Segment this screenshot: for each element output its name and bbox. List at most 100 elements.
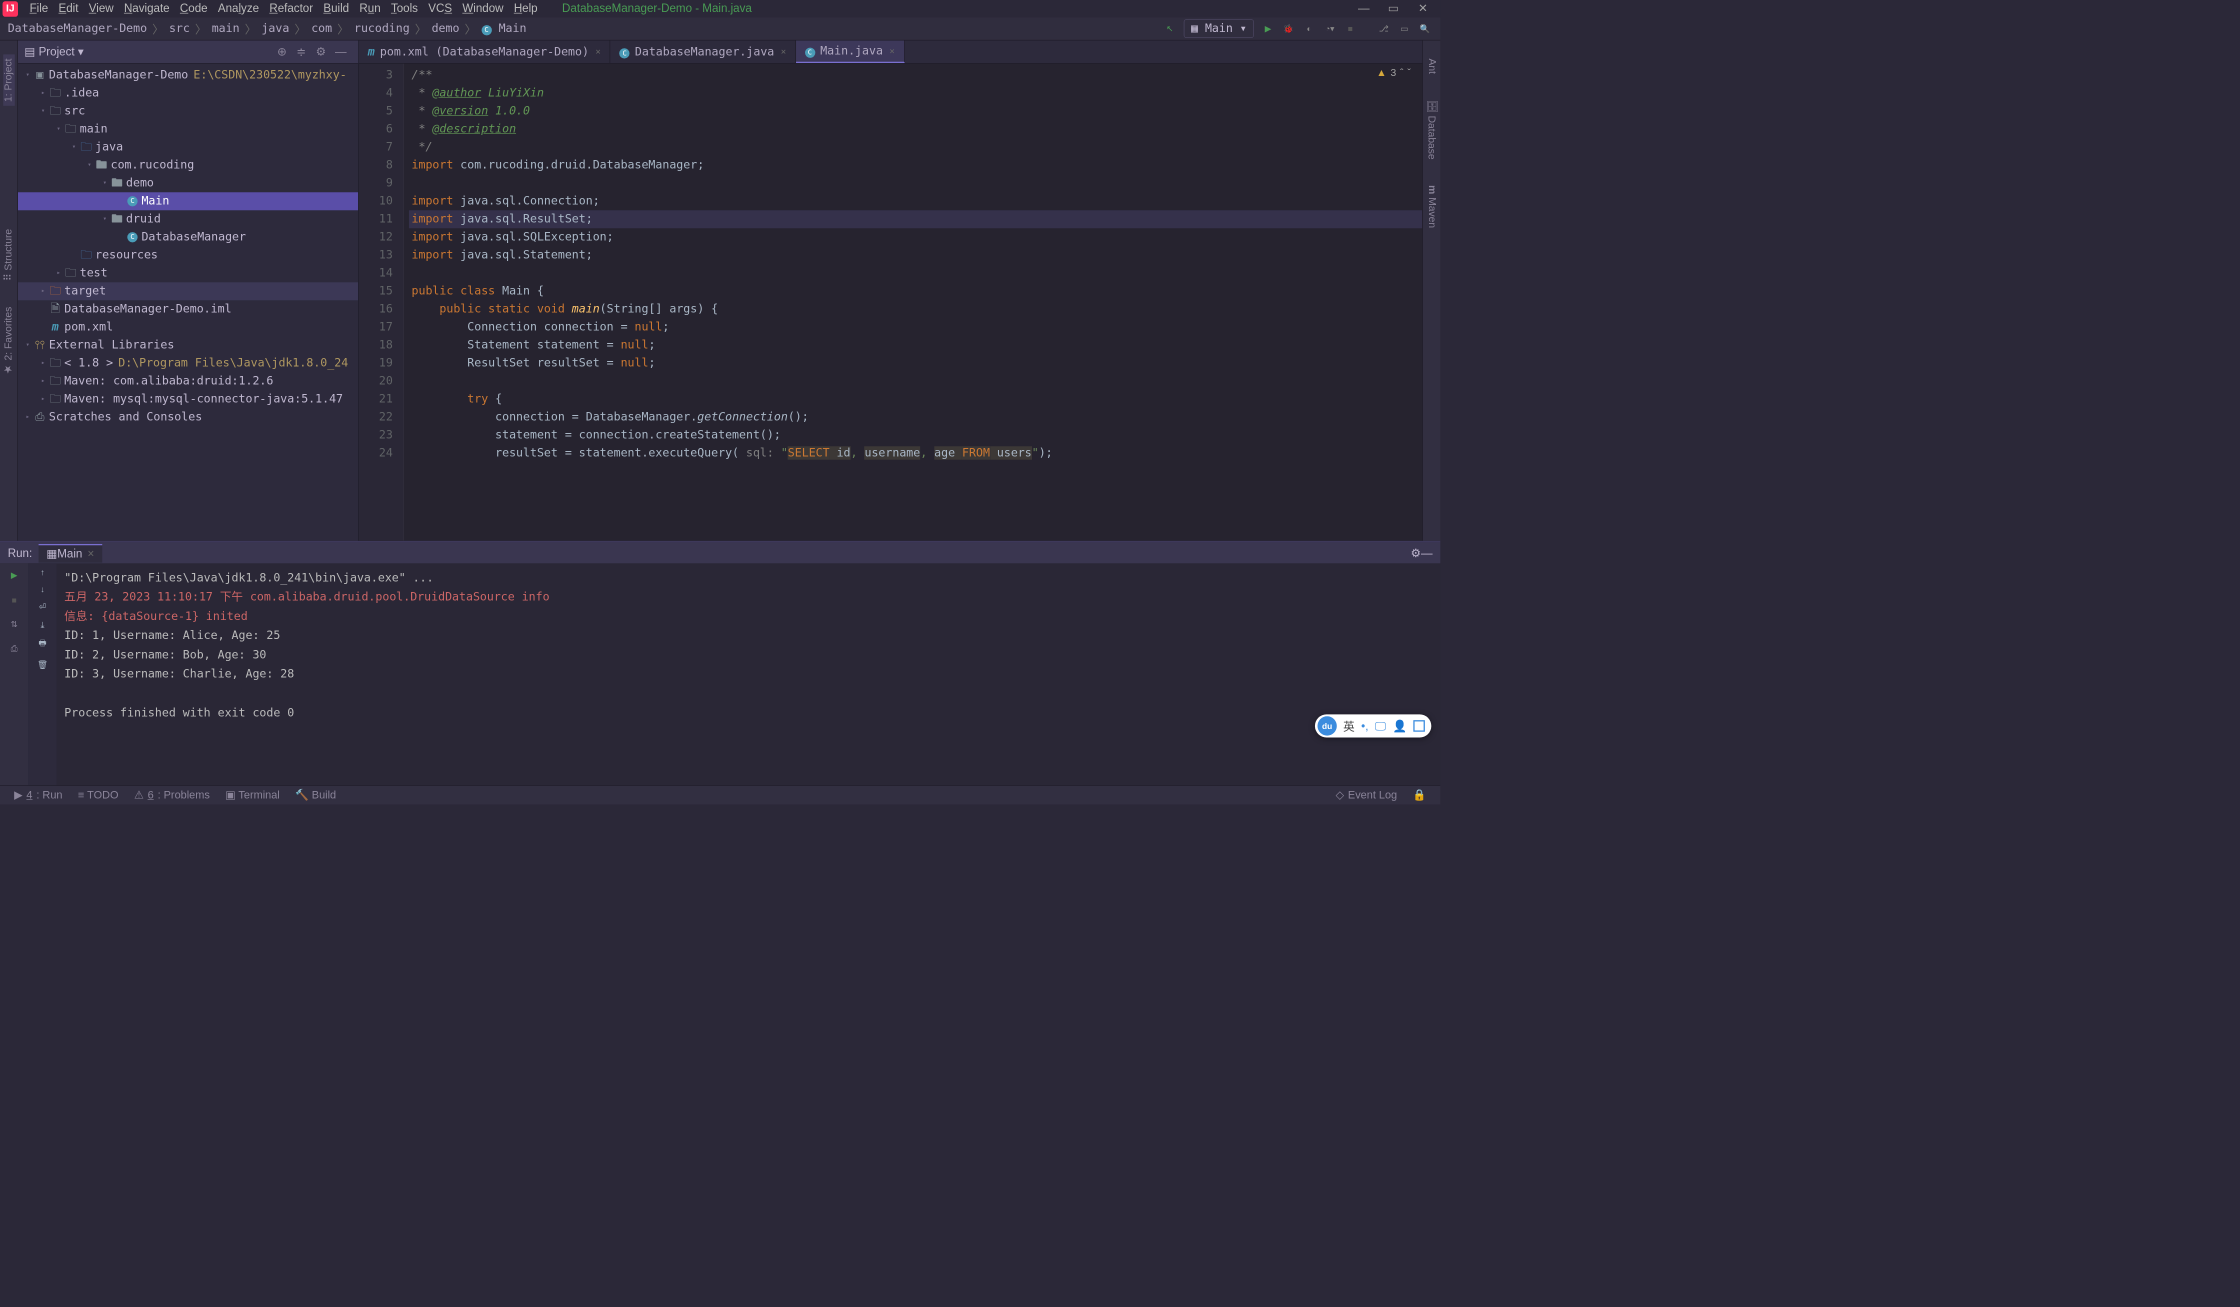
console-output[interactable]: "D:\Program Files\Java\jdk1.8.0_241\bin\… <box>57 563 1441 785</box>
crumb-demo[interactable]: demo <box>429 21 462 37</box>
favorites-tool-label[interactable]: ★ 2: Favorites <box>3 303 15 380</box>
up-icon[interactable]: ↑ <box>40 567 44 577</box>
tree-item-Maven: mysql:mysql-connector-java:5.1.47[interactable]: ▸🗀Maven: mysql:mysql-connector-java:5.1.… <box>18 390 358 408</box>
ime-toolbar[interactable]: du 英 •, 🖵 👤 <box>1315 714 1431 737</box>
layout-icon[interactable]: ▭ <box>1395 20 1413 38</box>
vcs-icon[interactable]: ⎇ <box>1375 20 1393 38</box>
crumb-DatabaseManager-Demo[interactable]: DatabaseManager-Demo <box>5 21 150 37</box>
run-button[interactable]: ▶ <box>1259 20 1277 38</box>
maven-tool-label[interactable]: m Maven <box>1426 182 1438 233</box>
editor-tab-Main.java[interactable]: CMain.java× <box>796 41 905 64</box>
tree-item-com.rucoding[interactable]: ▾🖿com.rucoding <box>18 156 358 174</box>
debug-button[interactable]: 🐞 <box>1280 20 1298 38</box>
menu-build[interactable]: Build <box>318 0 354 17</box>
maximize-button[interactable]: ▭ <box>1379 0 1409 17</box>
tree-item-src[interactable]: ▾🗀src <box>18 102 358 120</box>
tree-item-DatabaseManager[interactable]: CDatabaseManager <box>18 228 358 246</box>
sb-Build[interactable]: 🔨 Build <box>287 789 343 802</box>
profile-button[interactable]: ◔▾ <box>1321 20 1339 38</box>
run-settings-icon[interactable]: ⚙ <box>1411 546 1421 560</box>
inspection-badge[interactable]: ▲ 3 ˆ ˇ <box>1376 68 1410 80</box>
next-highlight-icon[interactable]: ˇ <box>1407 68 1410 80</box>
stop-run-button[interactable]: ■ <box>6 592 23 609</box>
menu-navigate[interactable]: Navigate <box>119 0 175 17</box>
editor-body[interactable]: 3456789101112131415▶16▶1718192021222324 … <box>359 64 1423 541</box>
display-icon[interactable]: 🖵 <box>1375 719 1386 733</box>
code-area[interactable]: /** * @author LiuYiXin * @version 1.0.0 … <box>404 64 1423 541</box>
menu-window[interactable]: Window <box>457 0 508 17</box>
grid-icon[interactable] <box>1413 720 1425 732</box>
menu-analyze[interactable]: Analyze <box>213 0 264 17</box>
editor-tab-DatabaseManager.java[interactable]: CDatabaseManager.java× <box>610 41 795 64</box>
menu-view[interactable]: View <box>84 0 119 17</box>
project-view-selector[interactable]: ▤ Project ▾ <box>24 45 83 59</box>
sb-6: Problems[interactable]: ⚠ 6: Problems <box>126 789 217 802</box>
coverage-button[interactable]: ◐ <box>1300 20 1318 38</box>
pin-icon[interactable]: ⎙ <box>6 640 23 657</box>
tree-item-.idea[interactable]: ▸🗀.idea <box>18 84 358 102</box>
settings-icon[interactable]: ⚙ <box>316 45 330 59</box>
close-button[interactable]: ✕ <box>1408 0 1438 17</box>
tree-item-Scratches and Consoles[interactable]: ▸⎙Scratches and Consoles <box>18 408 358 426</box>
project-tree[interactable]: ▾▣DatabaseManager-DemoE:\CSDN\230522\myz… <box>18 64 358 541</box>
menu-help[interactable]: Help <box>509 0 543 17</box>
event-log-button[interactable]: ◇ Event Log <box>1328 789 1405 802</box>
rerun-button[interactable]: ▶ <box>6 567 23 584</box>
tree-item-test[interactable]: ▸🗀test <box>18 264 358 282</box>
menu-tools[interactable]: Tools <box>386 0 423 17</box>
menu-vcs[interactable]: VCS <box>423 0 457 17</box>
tree-item-druid[interactable]: ▾🖿druid <box>18 210 358 228</box>
menu-file[interactable]: File <box>24 0 53 17</box>
tree-item-< 1.8 >[interactable]: ▸🗀< 1.8 >D:\Program Files\Java\jdk1.8.0_… <box>18 354 358 372</box>
tree-item-java[interactable]: ▾🗀java <box>18 138 358 156</box>
tree-item-demo[interactable]: ▾🖿demo <box>18 174 358 192</box>
layout-icon[interactable]: ⇅ <box>6 616 23 633</box>
sb-4: Run[interactable]: ▶ 4: Run <box>6 789 70 802</box>
crumb-main[interactable]: main <box>209 21 242 37</box>
run-tab[interactable]: ▦ Main × <box>39 544 102 563</box>
tree-item-main[interactable]: ▾🗀main <box>18 120 358 138</box>
scroll-icon[interactable]: ⤓ <box>41 620 45 630</box>
menu-edit[interactable]: Edit <box>53 0 83 17</box>
user-icon[interactable]: 👤 <box>1392 719 1406 733</box>
project-tool-label[interactable]: 1: Project <box>3 55 15 106</box>
print-icon[interactable]: 🖶 <box>38 638 46 652</box>
sb-TODO[interactable]: ≡ TODO <box>70 789 126 802</box>
down-icon[interactable]: ↓ <box>40 584 44 594</box>
menu-code[interactable]: Code <box>175 0 213 17</box>
expand-icon[interactable]: ≑ <box>296 45 310 59</box>
hide-icon[interactable]: — <box>335 45 349 59</box>
crumb-com[interactable]: com <box>309 21 335 37</box>
ime-lang[interactable]: 英 <box>1343 718 1355 735</box>
ant-tool-label[interactable]: Ant <box>1426 55 1438 78</box>
clear-icon[interactable]: 🗑 <box>37 660 48 670</box>
tree-item-DatabaseManager-Demo.iml[interactable]: 🗎DatabaseManager-Demo.iml <box>18 300 358 318</box>
locate-icon[interactable]: ⊕ <box>277 45 291 59</box>
menu-refactor[interactable]: Refactor <box>264 0 318 17</box>
breadcrumb[interactable]: DatabaseManager-Demo〉src〉main〉java〉com〉r… <box>5 20 529 37</box>
sb-Terminal[interactable]: ▣ Terminal <box>218 789 288 802</box>
editor-tab-pom.xml (DatabaseManager-Demo)[interactable]: mpom.xml (DatabaseManager-Demo)× <box>359 41 611 64</box>
run-configuration-selector[interactable]: ▦ Main ▾ <box>1184 19 1254 38</box>
crumb-rucoding[interactable]: rucoding <box>351 21 412 37</box>
crumb-java[interactable]: java <box>259 21 292 37</box>
tree-item-External Libraries[interactable]: ▾⫯⫯External Libraries <box>18 336 358 354</box>
tree-item-DatabaseManager-Demo[interactable]: ▾▣DatabaseManager-DemoE:\CSDN\230522\myz… <box>18 66 358 84</box>
wrap-icon[interactable]: ⏎ <box>39 602 46 612</box>
tree-item-target[interactable]: ▸🗀target <box>18 282 358 300</box>
minimize-button[interactable]: — <box>1349 0 1379 17</box>
prev-highlight-icon[interactable]: ˆ <box>1400 68 1403 80</box>
run-hide-icon[interactable]: — <box>1421 546 1433 560</box>
tree-item-Maven: com.alibaba:druid:1.2.6[interactable]: ▸🗀Maven: com.alibaba:druid:1.2.6 <box>18 372 358 390</box>
stop-button[interactable]: ■ <box>1341 20 1359 38</box>
crumb-src[interactable]: src <box>166 21 192 37</box>
database-tool-label[interactable]: 🗄 Database <box>1426 96 1438 164</box>
tree-item-resources[interactable]: 🗀resources <box>18 246 358 264</box>
structure-tool-label[interactable]: ⠿ Structure <box>3 225 15 285</box>
crumb-Main[interactable]: C Main <box>479 21 529 37</box>
search-everywhere-icon[interactable]: 🔍 <box>1416 20 1434 38</box>
tree-item-Main[interactable]: CMain <box>18 192 358 210</box>
back-icon[interactable]: ↖ <box>1161 20 1179 38</box>
menu-run[interactable]: Run <box>354 0 386 17</box>
lock-icon[interactable]: 🔒 <box>1405 789 1434 802</box>
